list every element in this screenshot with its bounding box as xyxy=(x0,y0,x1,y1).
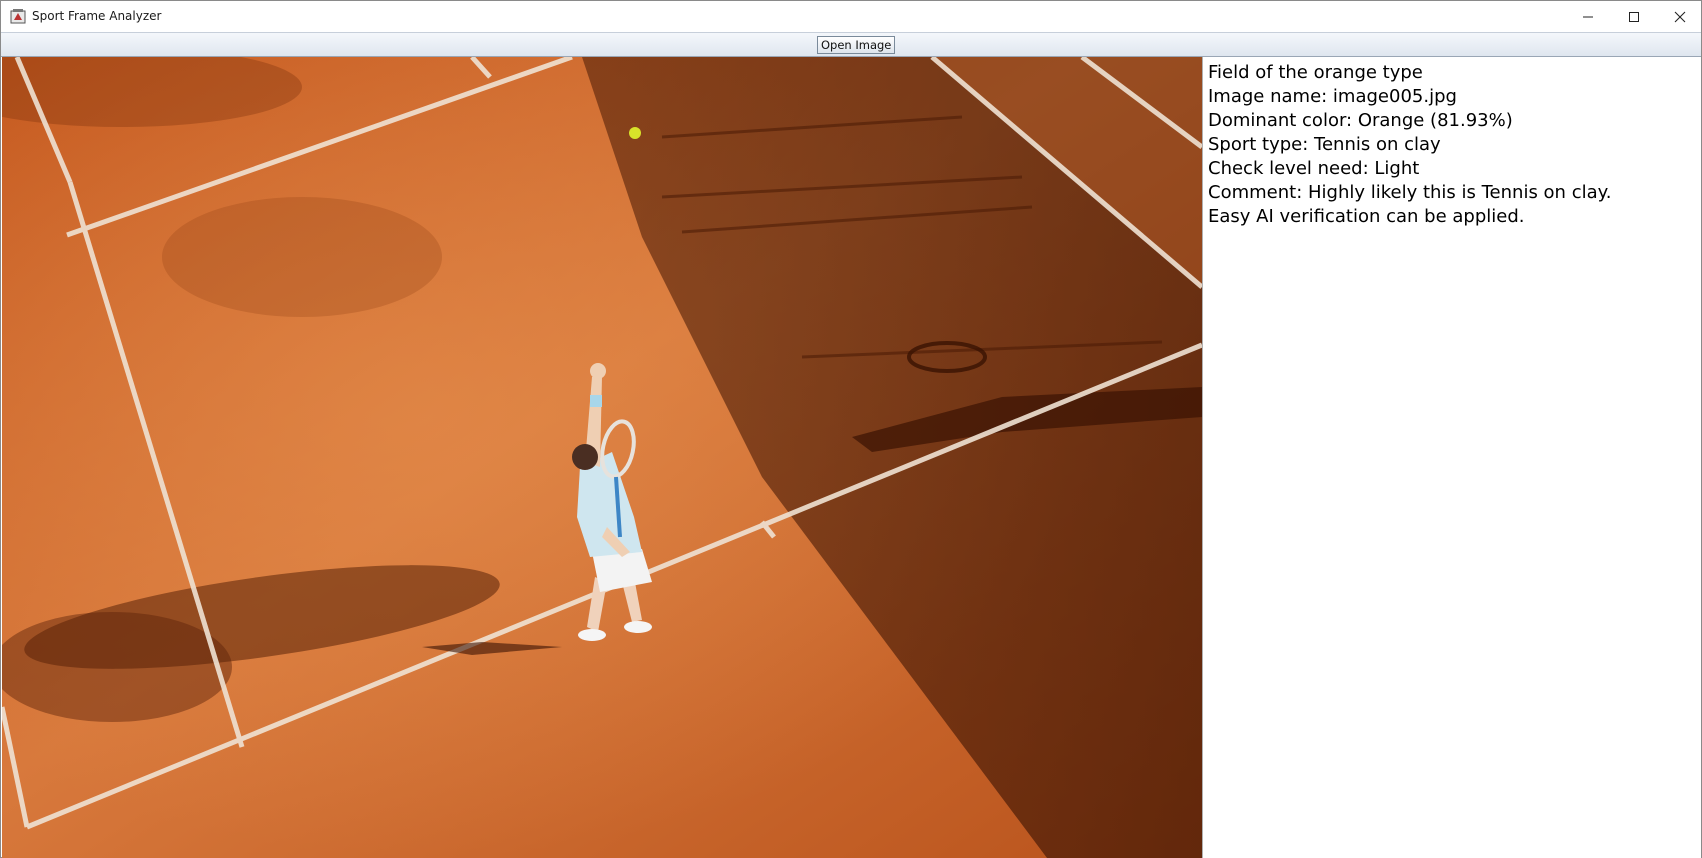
close-button[interactable] xyxy=(1657,1,1702,32)
check-level-text: Check level need: Light xyxy=(1208,158,1420,179)
minimize-icon xyxy=(1583,16,1593,17)
toolbar: Open Image xyxy=(1,32,1701,57)
sport-type-text: Sport type: Tennis on clay xyxy=(1208,134,1441,155)
comment-text: Comment: Highly likely this is Tennis on… xyxy=(1208,182,1612,203)
image-name-text: Image name: image005.jpg xyxy=(1208,86,1457,107)
verification-text: Easy AI verification can be applied. xyxy=(1208,206,1525,227)
tennis-court-photo xyxy=(2,57,1202,858)
close-icon xyxy=(1674,11,1686,22)
window-title: Sport Frame Analyzer xyxy=(32,9,162,23)
title-bar[interactable]: Sport Frame Analyzer xyxy=(1,1,1701,32)
analysis-info-panel: Field of the orange type Image name: ima… xyxy=(1202,57,1701,858)
open-image-button[interactable]: Open Image xyxy=(817,36,896,54)
dominant-color-text: Dominant color: Orange (81.93%) xyxy=(1208,110,1513,131)
minimize-button[interactable] xyxy=(1565,1,1611,32)
field-type-text: Field of the orange type xyxy=(1208,62,1423,83)
java-app-icon xyxy=(10,9,26,24)
image-view xyxy=(2,57,1202,858)
maximize-icon xyxy=(1629,11,1639,22)
maximize-button[interactable] xyxy=(1611,1,1657,32)
app-window: Sport Frame Analyzer Open Image Field of… xyxy=(0,0,1702,858)
